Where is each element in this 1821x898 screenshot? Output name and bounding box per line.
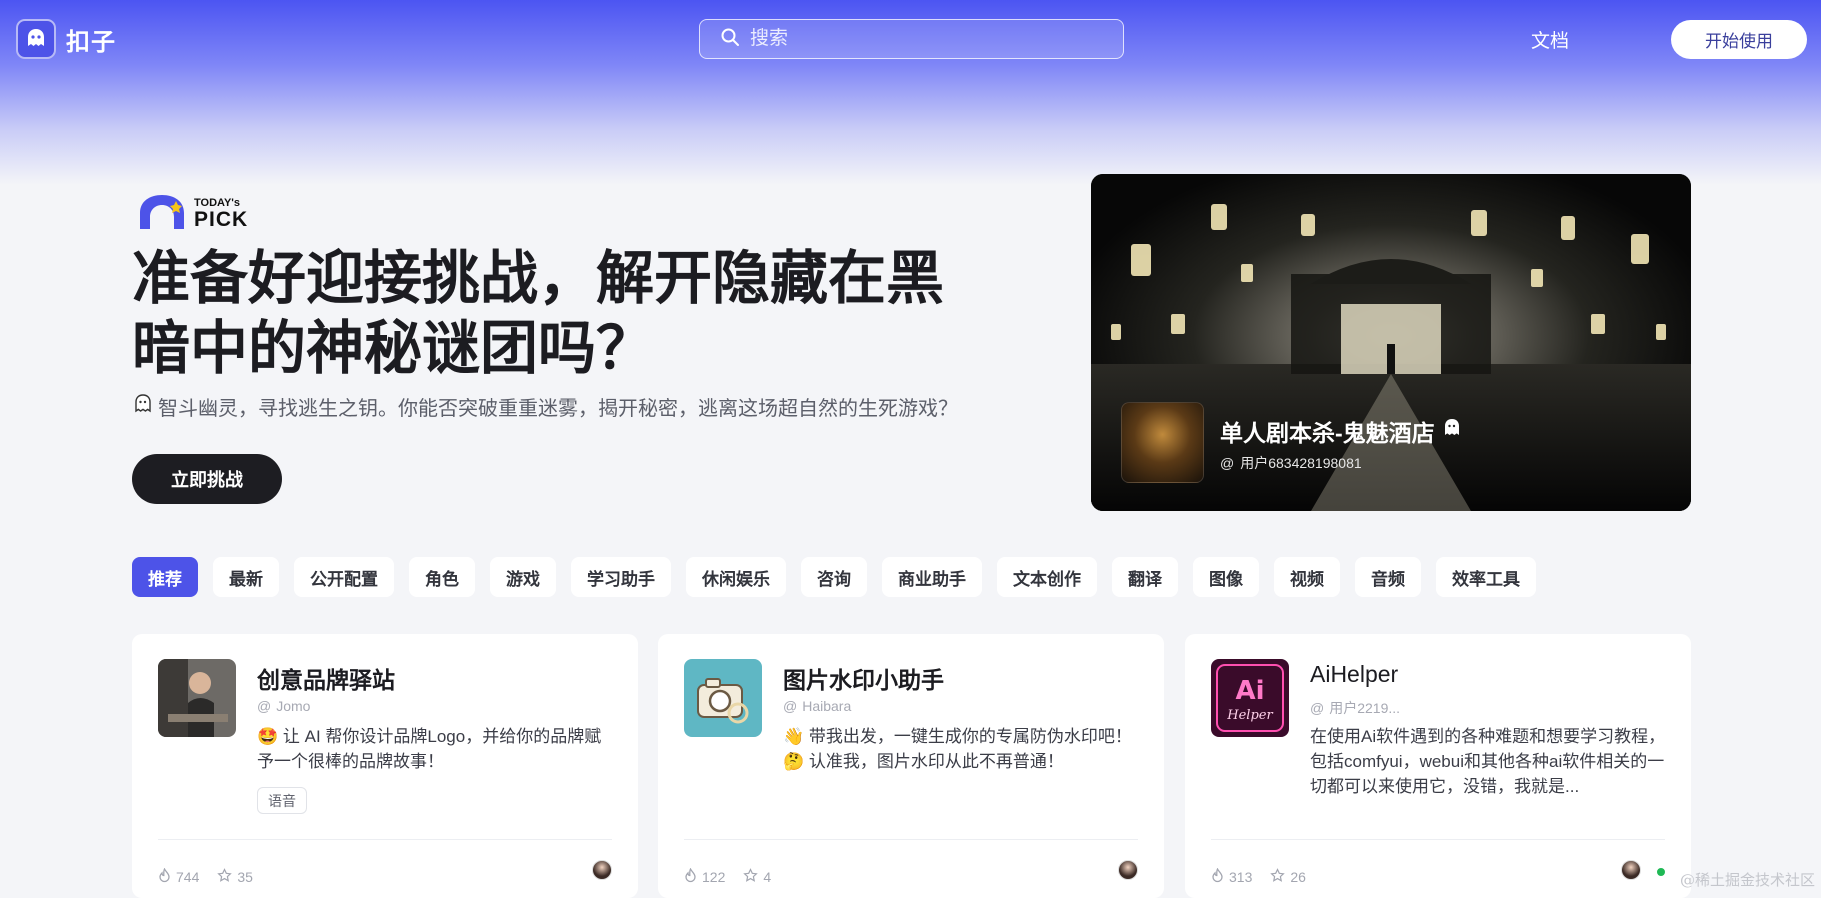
bot-stats: 122 4: [684, 867, 771, 886]
tab-latest[interactable]: 最新: [213, 557, 279, 597]
card-divider: [1211, 839, 1665, 840]
svg-text:Ai: Ai: [1235, 676, 1264, 706]
category-tabs: 推荐 最新 公开配置 角色 游戏 学习助手 休闲娱乐 咨询 商业助手 文本创作 …: [132, 557, 1536, 597]
heat-count: 313: [1229, 869, 1253, 885]
bot-author: @ Jomo: [257, 698, 310, 714]
star-icon: [217, 868, 233, 886]
bot-stats: 313 26: [1211, 867, 1306, 886]
start-using-button[interactable]: 开始使用: [1671, 20, 1807, 59]
bot-stats: 744 35: [158, 867, 253, 886]
featured-title: 单人剧本杀-鬼魅酒店: [1220, 414, 1463, 448]
bot-description: 🤩 让 AI 帮你设计品牌Logo，并给你的品牌赋予一个很棒的品牌故事！: [257, 727, 602, 771]
featured-bot-card[interactable]: 单人剧本杀-鬼魅酒店 @ 用户683428198081: [1091, 174, 1691, 511]
star-icon: [1270, 868, 1286, 886]
search-box[interactable]: [699, 19, 1124, 59]
featured-author-name: 用户683428198081: [1240, 455, 1362, 471]
start-challenge-button[interactable]: 立即挑战: [132, 454, 282, 504]
bot-author: @ Haibara: [783, 698, 851, 714]
watermark: @稀土掘金技术社区: [1679, 871, 1815, 889]
star-stat: 4: [743, 868, 771, 886]
tab-audio[interactable]: 音频: [1355, 557, 1421, 597]
tab-character[interactable]: 角色: [409, 557, 475, 597]
top-navbar: 扣子 文档 开始使用: [0, 0, 1821, 80]
at-icon: @: [257, 698, 272, 714]
heat-stat: 744: [158, 867, 200, 886]
flame-icon: [1211, 867, 1224, 886]
ghost-emoji-icon: [1441, 417, 1463, 445]
star-count: 35: [237, 869, 253, 885]
creator-avatar[interactable]: [1118, 860, 1138, 880]
tab-recommended[interactable]: 推荐: [132, 557, 198, 597]
tab-leisure[interactable]: 休闲娱乐: [686, 557, 786, 597]
ghost-logo-icon: [16, 19, 56, 59]
bot-avatar: [158, 659, 236, 737]
heat-count: 122: [702, 869, 726, 885]
bot-title: 创意品牌驿站: [257, 667, 395, 693]
bot-title: AiHelper: [1310, 661, 1399, 687]
heat-count: 744: [176, 869, 200, 885]
tab-public-config[interactable]: 公开配置: [294, 557, 394, 597]
at-icon: @: [783, 698, 798, 714]
bot-author-name: Haibara: [802, 698, 852, 714]
coze-logo[interactable]: 扣子: [16, 19, 116, 59]
bot-author-name: 用户2219...: [1329, 700, 1401, 716]
ghost-emoji-icon: [132, 393, 154, 421]
at-icon: @: [1220, 455, 1235, 471]
todays-pick-badge: TODAY's PICK: [136, 191, 248, 236]
bot-title: 图片水印小助手: [783, 667, 944, 693]
at-icon: @: [1310, 700, 1325, 716]
star-icon: [743, 868, 759, 886]
hero-description: 智斗幽灵，寻找逃生之钥。你能否突破重重迷雾，揭开秘密，逃离这场超自然的生死游戏？: [132, 392, 958, 421]
featured-thumbnail: [1121, 402, 1204, 483]
hero-description-text: 智斗幽灵，寻找逃生之钥。你能否突破重重迷雾，揭开秘密，逃离这场超自然的生死游戏？: [158, 398, 958, 420]
featured-author: @ 用户683428198081: [1220, 453, 1362, 473]
card-divider: [684, 839, 1138, 840]
svg-text:Helper: Helper: [1226, 708, 1273, 723]
bot-card[interactable]: 图片水印小助手 @ Haibara 👋 带我出发，一键生成你的专属防伪水印吧！ …: [658, 634, 1164, 898]
creator-avatar[interactable]: [592, 860, 612, 880]
flame-icon: [684, 867, 697, 886]
bot-tag: 语音: [257, 787, 307, 814]
heat-stat: 313: [1211, 867, 1253, 886]
bot-author-name: Jomo: [276, 698, 311, 714]
tab-business-assistant[interactable]: 商业助手: [882, 557, 982, 597]
tab-text-creation[interactable]: 文本创作: [997, 557, 1097, 597]
featured-title-text: 单人剧本杀-鬼魅酒店: [1220, 420, 1435, 446]
search-input[interactable]: [750, 28, 1110, 50]
tab-productivity[interactable]: 效率工具: [1436, 557, 1536, 597]
bot-card[interactable]: Ai Helper AiHelper @ 用户2219... 在使用Ai软件遇到…: [1185, 634, 1691, 898]
bot-author: @ 用户2219...: [1310, 698, 1400, 718]
bot-card[interactable]: 创意品牌驿站 @ Jomo 🤩 让 AI 帮你设计品牌Logo，并给你的品牌赋予…: [132, 634, 638, 898]
creator-avatar[interactable]: [1621, 860, 1641, 880]
chat-status-icon: [1655, 866, 1667, 878]
flame-icon: [158, 867, 171, 886]
tab-translation[interactable]: 翻译: [1112, 557, 1178, 597]
bot-description: 在使用Ai软件遇到的各种难题和想要学习教程，包括comfyui，webui和其他…: [1310, 727, 1666, 796]
pick-ghost-icon: [136, 191, 190, 236]
star-count: 4: [763, 869, 772, 885]
tab-game[interactable]: 游戏: [490, 557, 556, 597]
bot-description: 👋 带我出发，一键生成你的专属防伪水印吧！ 🤔 认准我，图片水印从此不再普通！: [783, 727, 1132, 771]
pick-label: TODAY's PICK: [194, 196, 249, 231]
tab-consulting[interactable]: 咨询: [801, 557, 867, 597]
bot-avatar: [684, 659, 762, 737]
pick-big-text: PICK: [194, 207, 249, 231]
card-divider: [158, 839, 612, 840]
star-count: 26: [1290, 869, 1306, 885]
logo-text: 扣子: [66, 28, 116, 56]
search-icon: [720, 27, 740, 52]
heat-stat: 122: [684, 867, 726, 886]
hero-title: 准备好迎接挑战，解开隐藏在黑暗中的神秘谜团吗？: [132, 246, 945, 381]
tab-video[interactable]: 视频: [1274, 557, 1340, 597]
star-stat: 26: [1270, 868, 1306, 886]
pick-small-text: TODAY's: [194, 196, 241, 209]
bot-avatar: Ai Helper: [1211, 659, 1289, 737]
tab-learning-assistant[interactable]: 学习助手: [571, 557, 671, 597]
docs-link[interactable]: 文档: [1531, 26, 1569, 53]
star-stat: 35: [217, 868, 253, 886]
tab-image[interactable]: 图像: [1193, 557, 1259, 597]
